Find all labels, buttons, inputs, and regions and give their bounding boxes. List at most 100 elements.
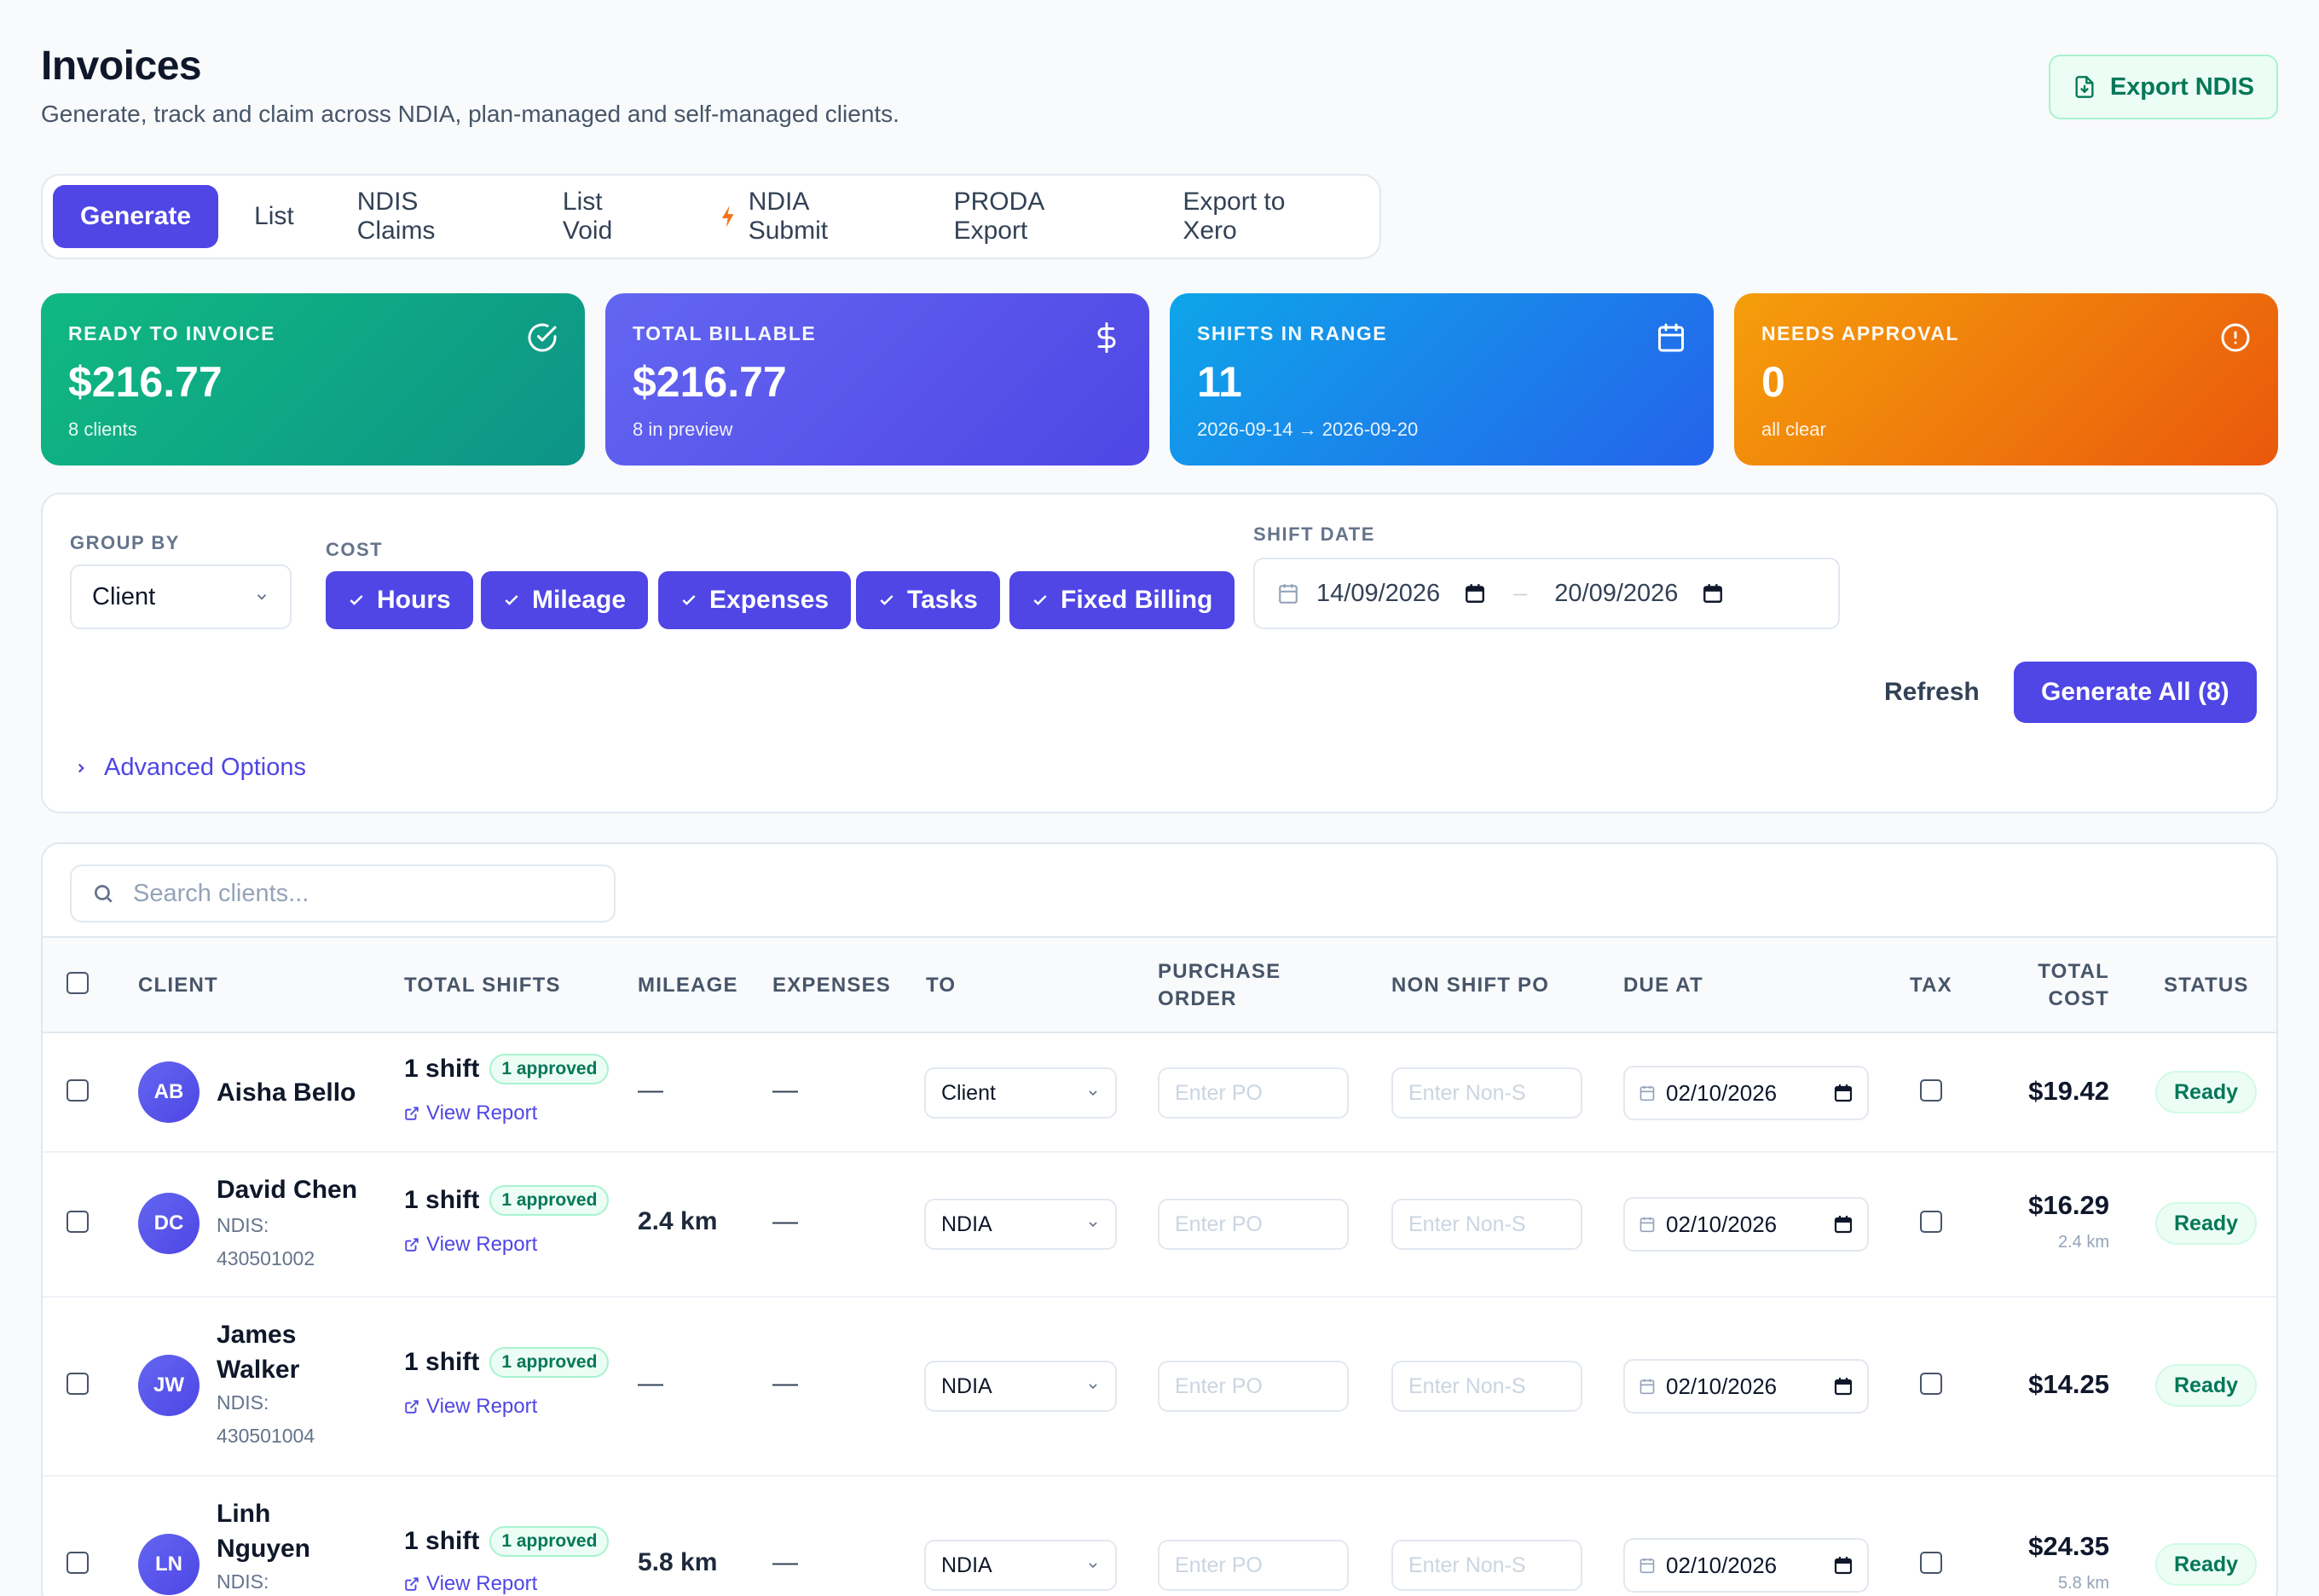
row-checkbox[interactable] — [67, 1552, 89, 1574]
purchase-order-input[interactable]: Enter PO — [1158, 1199, 1349, 1250]
tab-proda-export[interactable]: PRODA Export — [927, 185, 1148, 248]
cost-chip-mileage[interactable]: Mileage — [481, 571, 649, 629]
shift-count-text: 1 shift — [404, 1348, 480, 1376]
external-link-icon — [405, 1107, 419, 1120]
tab-generate[interactable]: Generate — [53, 185, 219, 248]
due-date-input[interactable]: 02/10/2026 — [1623, 1197, 1869, 1252]
col-total-shifts: TOTAL SHIFTS — [404, 974, 561, 997]
invoice-to-select[interactable]: NDIA — [924, 1540, 1117, 1591]
non-shift-po-input[interactable]: Enter Non-S — [1391, 1067, 1582, 1119]
tax-checkbox[interactable] — [1920, 1079, 1942, 1102]
group-by-select[interactable]: Client — [70, 564, 292, 629]
purchase-order-input[interactable]: Enter PO — [1158, 1540, 1349, 1591]
group-by-value: Client — [92, 582, 156, 610]
tab-list-void[interactable]: List Void — [535, 185, 684, 248]
date-from-input[interactable]: 14/09/2026 — [1316, 580, 1440, 608]
due-date-value: 02/10/2026 — [1666, 1373, 1778, 1399]
invoice-to-select[interactable]: Client — [924, 1067, 1117, 1119]
tax-checkbox[interactable] — [1920, 1373, 1942, 1395]
check-icon — [682, 595, 696, 605]
tab-ndia-submit[interactable]: NDIA Submit — [692, 185, 917, 248]
tab-label: PRODA Export — [953, 188, 1044, 245]
invoice-to-select[interactable]: NDIA — [924, 1361, 1117, 1412]
tax-checkbox[interactable] — [1920, 1552, 1942, 1574]
check-circle-icon — [528, 323, 557, 352]
tab-ndis-claims[interactable]: NDIS Claims — [330, 185, 527, 248]
cost-chip-expenses[interactable]: Expenses — [658, 571, 852, 629]
due-date-input[interactable]: 02/10/2026 — [1623, 1359, 1869, 1414]
row-checkbox[interactable] — [67, 1079, 89, 1102]
invoice-to-select[interactable]: NDIA — [924, 1199, 1117, 1250]
date-picker-icon[interactable] — [1464, 582, 1486, 604]
date-picker-icon[interactable] — [1702, 582, 1724, 604]
chevron-down-icon — [1089, 1090, 1097, 1096]
status-badge: Ready — [2155, 1202, 2258, 1245]
col-total-cost: TOTAL COST — [1986, 958, 2109, 1014]
chevron-down-icon — [1089, 1563, 1097, 1569]
tax-checkbox[interactable] — [1920, 1211, 1942, 1233]
date-picker-icon[interactable] — [1833, 1376, 1853, 1396]
mileage-value: — — [638, 1076, 663, 1104]
row-checkbox[interactable] — [67, 1373, 89, 1395]
invoice-tabs: Generate List NDIS Claims List Void NDIA… — [41, 174, 1381, 259]
calendar-icon — [1639, 1217, 1655, 1233]
tab-label: List — [254, 202, 294, 230]
cost-chip-tasks[interactable]: Tasks — [856, 571, 1000, 629]
date-picker-icon[interactable] — [1833, 1214, 1853, 1235]
col-status: STATUS — [2164, 974, 2249, 997]
generate-all-button[interactable]: Generate All (8) — [2014, 662, 2257, 723]
date-to-input[interactable]: 20/09/2026 — [1554, 580, 1678, 608]
date-picker-icon[interactable] — [1833, 1555, 1853, 1576]
col-label: PURCHASE — [1158, 960, 1281, 983]
status-badge: Ready — [2155, 1543, 2258, 1586]
col-label: COST — [2048, 987, 2109, 1011]
ndis-label: NDIS: — [217, 1214, 269, 1236]
export-ndis-button[interactable]: Export NDIS — [2048, 55, 2278, 119]
date-picker-icon[interactable] — [1833, 1083, 1853, 1103]
cost-chip-fixed-billing[interactable]: Fixed Billing — [1009, 571, 1235, 629]
view-report-link[interactable]: View Report — [404, 1572, 537, 1596]
expenses-value: — — [772, 1548, 798, 1576]
due-date-value: 02/10/2026 — [1666, 1211, 1778, 1237]
refresh-button[interactable]: Refresh — [1867, 662, 1997, 723]
search-input[interactable]: Search clients... — [70, 864, 616, 922]
stats-row: READY TO INVOICE $216.77 8 clients TOTAL… — [41, 293, 2278, 466]
approved-badge: 1 approved — [489, 1054, 610, 1084]
client-name-line: Walker — [217, 1355, 300, 1384]
col-purchase-order: PURCHASE ORDER — [1158, 958, 1281, 1014]
stat-value: 0 — [1761, 358, 1785, 406]
due-date-input[interactable]: 02/10/2026 — [1623, 1066, 1869, 1120]
due-date-input[interactable]: 02/10/2026 — [1623, 1538, 1869, 1593]
stat-sub: 8 in preview — [633, 419, 733, 440]
view-report-link[interactable]: View Report — [404, 1102, 537, 1125]
view-report-label: View Report — [426, 1233, 538, 1256]
select-all-checkbox[interactable] — [67, 972, 89, 994]
tab-list[interactable]: List — [227, 185, 321, 248]
purchase-order-input[interactable]: Enter PO — [1158, 1361, 1349, 1412]
tab-label: Export to Xero — [1183, 188, 1286, 245]
shift-count: 1 shift 1 approved — [404, 1526, 610, 1557]
external-link-icon — [405, 1238, 419, 1252]
shift-date-range[interactable]: 14/09/2026 – 20/09/2026 — [1253, 558, 1840, 629]
view-report-link[interactable]: View Report — [404, 1233, 537, 1257]
shift-count-text: 1 shift — [404, 1055, 480, 1083]
purchase-order-input[interactable]: Enter PO — [1158, 1067, 1349, 1119]
stat-value: $216.77 — [68, 358, 223, 406]
total-cost: $24.35 — [2028, 1531, 2109, 1561]
view-report-link[interactable]: View Report — [404, 1395, 537, 1419]
non-shift-po-input[interactable]: Enter Non-S — [1391, 1361, 1582, 1412]
ndis-number: NDIS: 430501004 — [217, 1386, 315, 1453]
advanced-options-toggle[interactable]: Advanced Options — [73, 754, 306, 782]
bolt-icon — [722, 205, 734, 228]
tab-export-xero[interactable]: Export to Xero — [1155, 185, 1369, 248]
non-shift-po-input[interactable]: Enter Non-S — [1391, 1199, 1582, 1250]
col-non-shift-po: NON SHIFT PO — [1391, 974, 1550, 997]
cost-chip-hours[interactable]: Hours — [326, 571, 473, 629]
mileage-value: 5.8 km — [638, 1548, 718, 1576]
tab-label: Generate — [80, 202, 192, 230]
client-name: David Chen — [217, 1176, 358, 1204]
non-shift-po-input[interactable]: Enter Non-S — [1391, 1540, 1582, 1591]
calendar-icon — [1639, 1558, 1655, 1574]
row-checkbox[interactable] — [67, 1211, 89, 1233]
avatar: JW — [138, 1355, 200, 1416]
